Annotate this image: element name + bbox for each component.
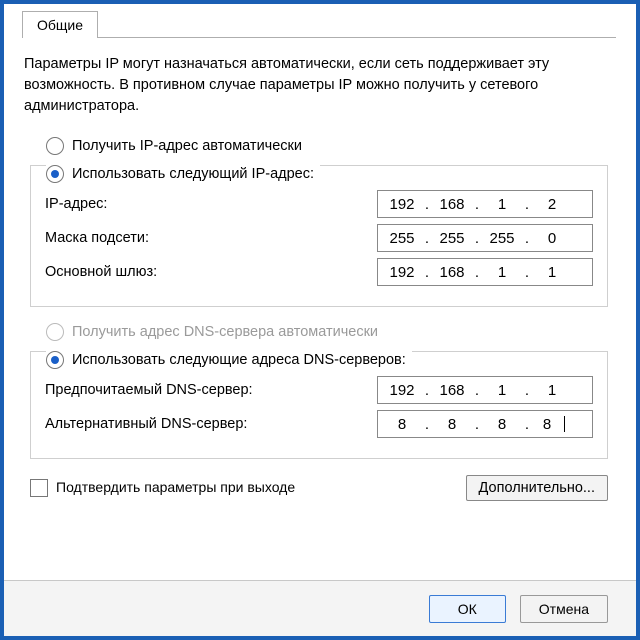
alternate-dns-input[interactable]: . . . xyxy=(377,410,593,438)
text-caret xyxy=(564,416,565,432)
ip-address-input[interactable]: . . . xyxy=(377,190,593,218)
cancel-button[interactable]: Отмена xyxy=(520,595,608,623)
checkbox-label: Подтвердить параметры при выходе xyxy=(56,479,295,495)
gateway-input[interactable]: . . . xyxy=(377,258,593,286)
radio-label: Использовать следующие адреса DNS-сервер… xyxy=(72,352,406,368)
subnet-mask-input[interactable]: . . . xyxy=(377,224,593,252)
radio-icon xyxy=(46,137,64,155)
preferred-dns-input[interactable]: . . . xyxy=(377,376,593,404)
checkbox-icon xyxy=(30,479,48,497)
radio-icon xyxy=(46,323,64,341)
radio-ip-manual[interactable]: Использовать следующий IP-адрес: xyxy=(46,165,320,183)
ip-octet-1[interactable] xyxy=(380,196,424,213)
tab-underline xyxy=(22,37,616,38)
radio-label: Получить IP-адрес автоматически xyxy=(72,138,302,154)
pdns-octet-2[interactable] xyxy=(430,382,474,399)
gw-octet-2[interactable] xyxy=(430,264,474,281)
adns-octet-4[interactable] xyxy=(530,416,564,433)
ok-button[interactable]: ОК xyxy=(429,595,506,623)
mask-octet-2[interactable] xyxy=(430,230,474,247)
radio-dns-auto: Получить адрес DNS-сервера автоматически xyxy=(46,323,614,341)
adns-octet-1[interactable] xyxy=(380,416,424,433)
radio-ip-auto[interactable]: Получить IP-адрес автоматически xyxy=(46,137,614,155)
radio-label: Получить адрес DNS-сервера автоматически xyxy=(72,324,378,340)
dialog-window: Общие Параметры IP могут назначаться авт… xyxy=(0,0,640,640)
radio-icon xyxy=(46,351,64,369)
dialog-footer: ОК Отмена xyxy=(4,580,636,636)
radio-icon xyxy=(46,165,64,183)
mask-octet-4[interactable] xyxy=(530,230,574,247)
ip-octet-2[interactable] xyxy=(430,196,474,213)
adns-octet-3[interactable] xyxy=(480,416,524,433)
gw-octet-4[interactable] xyxy=(530,264,574,281)
preferred-dns-label: Предпочитаемый DNS-сервер: xyxy=(45,382,253,398)
mask-octet-1[interactable] xyxy=(380,230,424,247)
ip-octet-4[interactable] xyxy=(530,196,574,213)
ip-octet-3[interactable] xyxy=(480,196,524,213)
gw-octet-1[interactable] xyxy=(380,264,424,281)
subnet-mask-label: Маска подсети: xyxy=(45,230,149,246)
tab-general[interactable]: Общие xyxy=(22,11,98,38)
radio-label: Использовать следующий IP-адрес: xyxy=(72,166,314,182)
pdns-octet-4[interactable] xyxy=(530,382,574,399)
pdns-octet-3[interactable] xyxy=(480,382,524,399)
gw-octet-3[interactable] xyxy=(480,264,524,281)
dialog-body: Параметры IP могут назначаться автоматич… xyxy=(24,54,614,564)
pdns-octet-1[interactable] xyxy=(380,382,424,399)
gateway-label: Основной шлюз: xyxy=(45,264,157,280)
adns-octet-2[interactable] xyxy=(430,416,474,433)
radio-dns-manual[interactable]: Использовать следующие адреса DNS-сервер… xyxy=(46,351,412,369)
alternate-dns-label: Альтернативный DNS-сервер: xyxy=(45,416,247,432)
description-text: Параметры IP могут назначаться автоматич… xyxy=(24,54,614,117)
mask-octet-3[interactable] xyxy=(480,230,524,247)
tab-bar: Общие xyxy=(22,8,98,38)
advanced-button[interactable]: Дополнительно... xyxy=(466,475,608,501)
ip-manual-group: Использовать следующий IP-адрес: IP-адре… xyxy=(24,165,614,307)
ip-address-label: IP-адрес: xyxy=(45,196,107,212)
dns-manual-group: Использовать следующие адреса DNS-сервер… xyxy=(24,351,614,459)
confirm-on-exit-checkbox[interactable]: Подтвердить параметры при выходе xyxy=(30,479,295,497)
